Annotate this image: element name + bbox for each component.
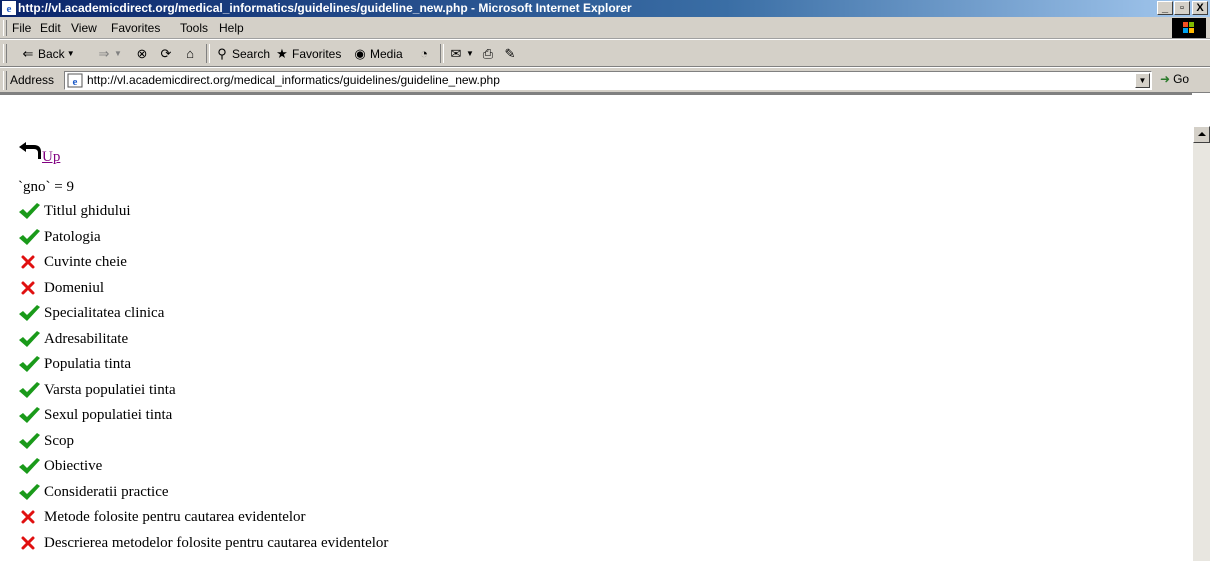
print-icon: ⎙ xyxy=(482,45,494,61)
go-arrow-icon: ➜ xyxy=(1160,72,1171,86)
close-button[interactable]: X xyxy=(1192,1,1208,15)
check-icon xyxy=(19,330,40,347)
stop-icon: ⊗ xyxy=(136,45,148,61)
checklist-item-label: Domeniul xyxy=(44,279,104,296)
back-button[interactable]: ⇐ Back ▼ xyxy=(20,44,75,63)
page-icon: e xyxy=(67,73,83,88)
refresh-icon: ⟳ xyxy=(160,45,172,61)
cross-icon xyxy=(21,281,35,294)
checklist-item-label: Metode folosite pentru cautarea evidente… xyxy=(44,509,306,525)
toolbar-separator xyxy=(206,44,210,63)
check-icon xyxy=(19,458,40,474)
cross-icon xyxy=(21,536,35,549)
standard-toolbar: ⇐ Back ▼ ⇒ ▼ ⊗ ⟳ ⌂ ⚲ Search ★ Favorites … xyxy=(0,39,1210,67)
page-content: Up `gno` = 9 Titlul ghidului Patologia Cuv… xyxy=(0,93,1192,561)
checklist-item-label: Sexul populatiei tinta xyxy=(44,407,173,423)
favorites-label: Favorites xyxy=(292,46,342,61)
forward-button[interactable]: ⇒ ▼ xyxy=(96,44,122,63)
cross-icon xyxy=(21,510,35,524)
media-button[interactable]: ◉ Media xyxy=(352,44,403,63)
checklist-item-label: Cuvinte cheie xyxy=(44,254,127,270)
checklist-item-label: Titlul ghidului xyxy=(44,203,131,219)
media-icon: ◉ xyxy=(354,45,366,61)
menu-bar: File Edit View Favorites Tools Help xyxy=(0,17,1210,39)
menu-file[interactable]: File xyxy=(12,21,31,35)
menu-tools[interactable]: Tools xyxy=(180,21,208,35)
menu-favorites[interactable]: Favorites xyxy=(111,21,160,35)
chevron-down-icon: ▼ xyxy=(66,48,75,58)
checklist-item-label: Obiective xyxy=(44,458,103,474)
gno-value: `gno` = 9 xyxy=(18,179,74,195)
address-label: Address xyxy=(10,73,55,87)
edit-icon: ✎ xyxy=(504,45,516,61)
address-url[interactable]: http://vl.academicdirect.org/medical_inf… xyxy=(87,73,500,87)
print-button[interactable]: ⎙ xyxy=(480,44,496,63)
checklist-item-label: Consideratii practice xyxy=(44,483,169,500)
menu-view[interactable]: View xyxy=(71,21,97,35)
window-title: http://vl.academicdirect.org/medical_inf… xyxy=(18,1,632,15)
menu-grip[interactable] xyxy=(3,20,7,36)
search-label: Search xyxy=(232,46,271,61)
menu-help[interactable]: Help xyxy=(219,21,244,35)
refresh-button[interactable]: ⟳ xyxy=(158,44,174,63)
vertical-scrollbar[interactable] xyxy=(1192,126,1210,561)
home-button[interactable]: ⌂ xyxy=(182,44,198,63)
forward-arrow-icon: ⇒ xyxy=(98,45,110,61)
history-button[interactable]: ◔ xyxy=(416,44,432,63)
check-icon xyxy=(19,203,40,219)
search-icon: ⚲ xyxy=(217,45,227,61)
checklist-item-label: Patologia xyxy=(44,228,101,245)
check-icon xyxy=(19,356,40,372)
checklist-item-label: Descrierea metodelor folosite pentru cau… xyxy=(44,534,389,551)
title-bar: e http://vl.academicdirect.org/medical_i… xyxy=(0,0,1210,17)
edit-button[interactable]: ✎ xyxy=(502,44,518,63)
check-icon xyxy=(19,305,40,321)
checklist-item-label: Varsta populatiei tinta xyxy=(44,381,176,398)
go-button[interactable]: ➜ Go xyxy=(1160,72,1189,86)
toolbar-separator xyxy=(440,44,444,63)
minimize-button[interactable]: _ xyxy=(1157,1,1173,15)
mail-icon: ✉ xyxy=(450,45,462,61)
favorites-button[interactable]: ★ Favorites xyxy=(274,44,341,63)
check-icon xyxy=(19,407,40,423)
check-icon xyxy=(19,432,40,449)
maximize-button[interactable]: ▫ xyxy=(1174,1,1190,15)
chevron-down-icon: ▼ xyxy=(114,48,122,58)
address-bar: Address e http://vl.academicdirect.org/m… xyxy=(0,67,1210,93)
search-button[interactable]: ⚲ Search xyxy=(214,44,270,63)
scroll-up-button[interactable] xyxy=(1193,126,1210,143)
go-label: Go xyxy=(1173,72,1190,86)
address-dropdown-button[interactable]: ▼ xyxy=(1135,73,1150,88)
home-icon: ⌂ xyxy=(186,45,194,61)
chevron-down-icon: ▼ xyxy=(466,48,474,58)
back-label: Back xyxy=(38,46,65,61)
checklist-item-label: Populatia tinta xyxy=(44,356,132,372)
mail-button[interactable]: ✉ ▼ xyxy=(448,44,474,63)
toolbar-grip[interactable] xyxy=(3,44,7,63)
check-icon xyxy=(19,381,40,398)
address-grip[interactable] xyxy=(3,71,7,90)
check-icon xyxy=(19,483,40,500)
back-arrow-icon: ⇐ xyxy=(22,45,34,61)
return-arrow-icon[interactable] xyxy=(18,139,42,161)
ie-logo-icon: e xyxy=(2,1,16,15)
favorites-icon: ★ xyxy=(276,45,288,61)
up-link[interactable]: Up xyxy=(42,149,60,166)
cross-icon xyxy=(21,255,35,269)
address-field[interactable]: e http://vl.academicdirect.org/medical_i… xyxy=(64,71,1152,90)
menu-edit[interactable]: Edit xyxy=(40,21,61,35)
checklist-item-label: Specialitatea clinica xyxy=(44,305,165,321)
svg-text:e: e xyxy=(7,3,12,15)
checklist-item-label: Scop xyxy=(44,432,74,449)
svg-text:e: e xyxy=(73,76,78,88)
media-label: Media xyxy=(370,46,403,61)
windows-logo-icon xyxy=(1172,18,1206,38)
history-icon: ◔ xyxy=(420,45,428,61)
stop-button[interactable]: ⊗ xyxy=(134,44,150,63)
checklist-item-label: Adresabilitate xyxy=(44,330,129,347)
check-icon xyxy=(19,228,40,245)
